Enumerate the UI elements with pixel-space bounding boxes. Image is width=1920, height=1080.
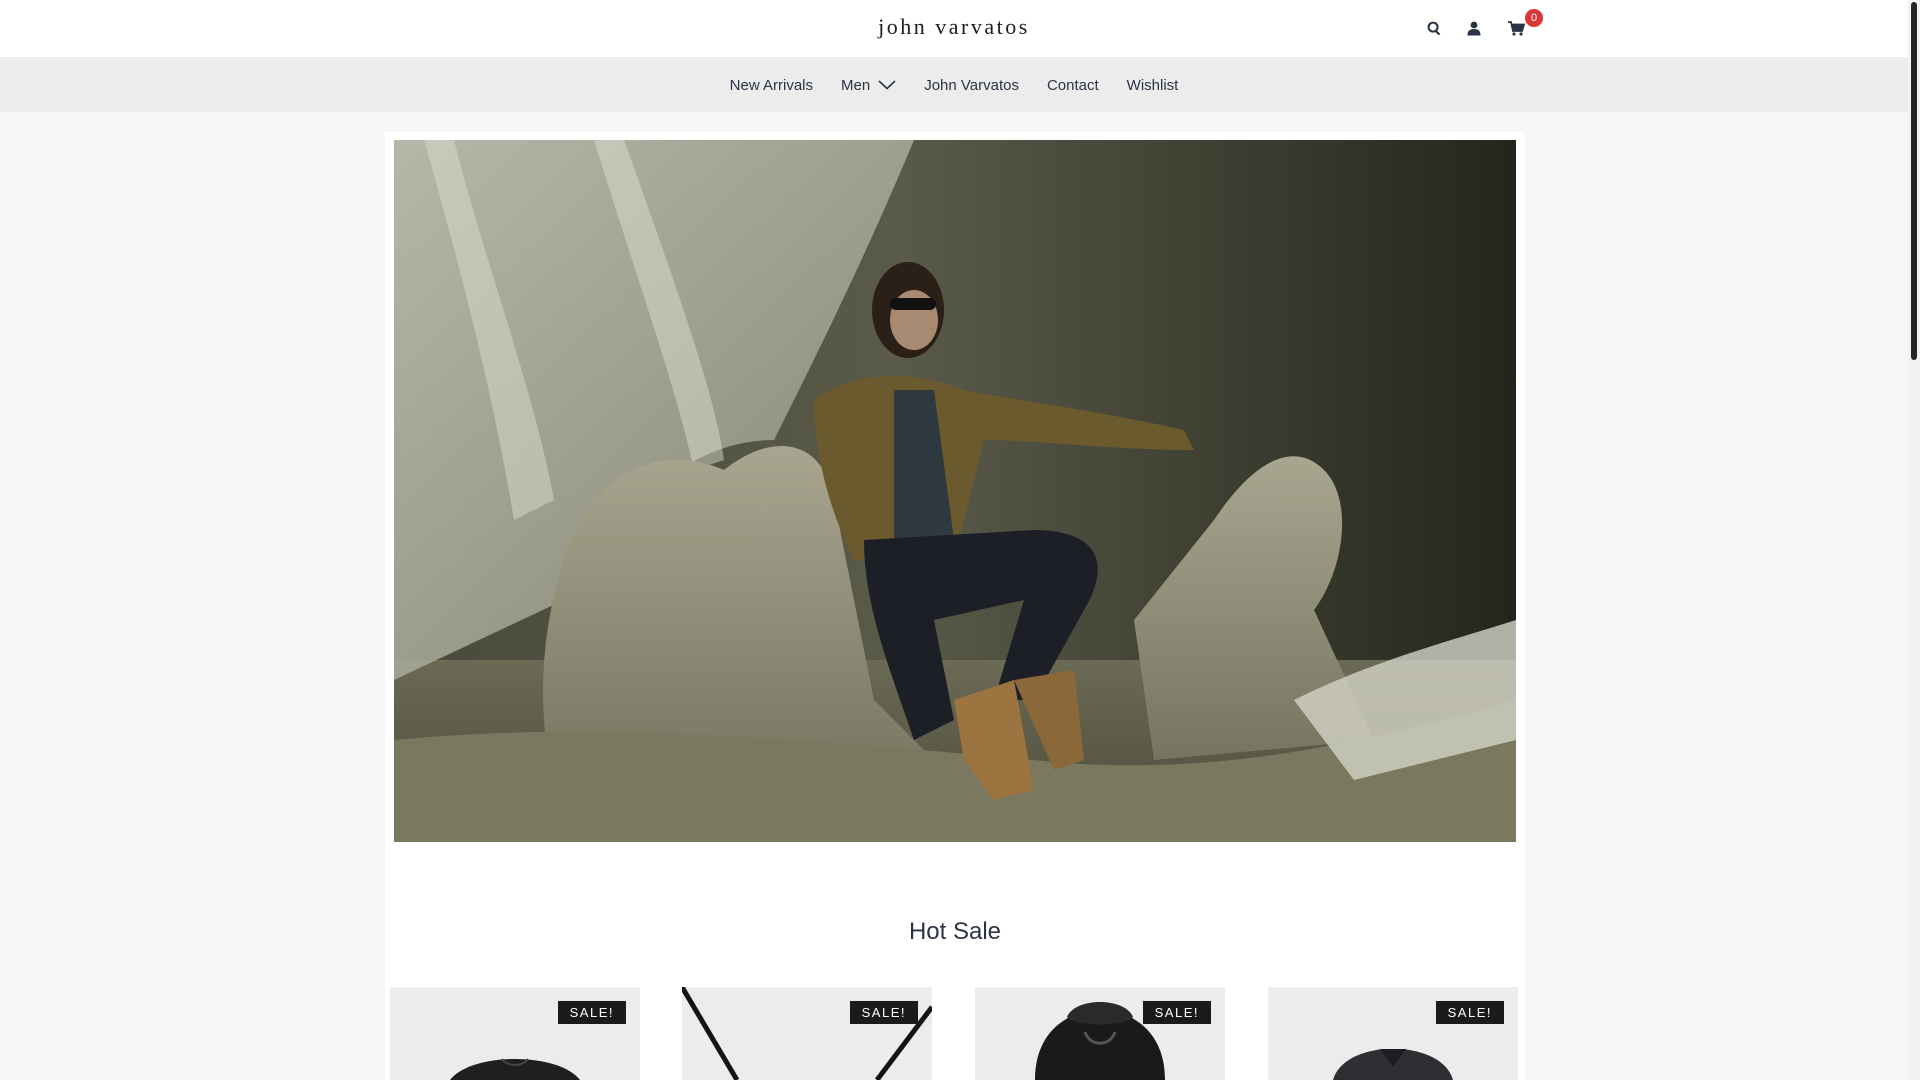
page-scrollbar[interactable]	[1908, 0, 1920, 1080]
user-icon[interactable]	[1463, 17, 1485, 39]
product-card[interactable]: SALE!	[1268, 987, 1518, 1080]
sale-badge: SALE!	[849, 1001, 918, 1024]
product-card[interactable]: SALE!	[682, 987, 932, 1080]
sale-badge: SALE!	[1435, 1001, 1504, 1024]
nav-item-contact[interactable]: Contact	[1047, 77, 1099, 94]
scrollbar-thumb[interactable]	[1911, 2, 1917, 360]
main-nav: New Arrivals Men John Varvatos Contact W…	[0, 58, 1908, 112]
product-card[interactable]: SALE!	[975, 987, 1225, 1080]
site-logo[interactable]: john varvatos	[0, 14, 1908, 40]
sale-badge: SALE!	[557, 1001, 626, 1024]
site-header: john varvatos 0	[0, 0, 1908, 58]
nav-label: New Arrivals	[729, 76, 813, 94]
nav-item-wishlist[interactable]: Wishlist	[1127, 77, 1179, 94]
nav-item-john-varvatos[interactable]: John Varvatos	[924, 77, 1019, 94]
nav-item-men[interactable]: Men	[841, 77, 896, 94]
nav-label: Wishlist	[1126, 76, 1179, 94]
nav-label: Men	[841, 76, 871, 94]
cart-count-badge: 0	[1525, 9, 1543, 27]
nav-label: Contact	[1046, 76, 1099, 94]
nav-label: John Varvatos	[924, 76, 1019, 94]
product-card[interactable]: SALE!	[390, 987, 640, 1080]
cart-icon[interactable]	[1505, 17, 1527, 39]
section-title-hot-sale: Hot Sale	[908, 918, 1002, 945]
search-icon[interactable]	[1423, 17, 1445, 39]
hero-image[interactable]	[394, 140, 1516, 842]
chevron-down-icon	[878, 80, 896, 90]
nav-item-new-arrivals[interactable]: New Arrivals	[730, 77, 813, 94]
sale-badge: SALE!	[1142, 1001, 1211, 1024]
main-content: Hot Sale SALE! SALE! SALE! SALE!	[385, 132, 1525, 1080]
